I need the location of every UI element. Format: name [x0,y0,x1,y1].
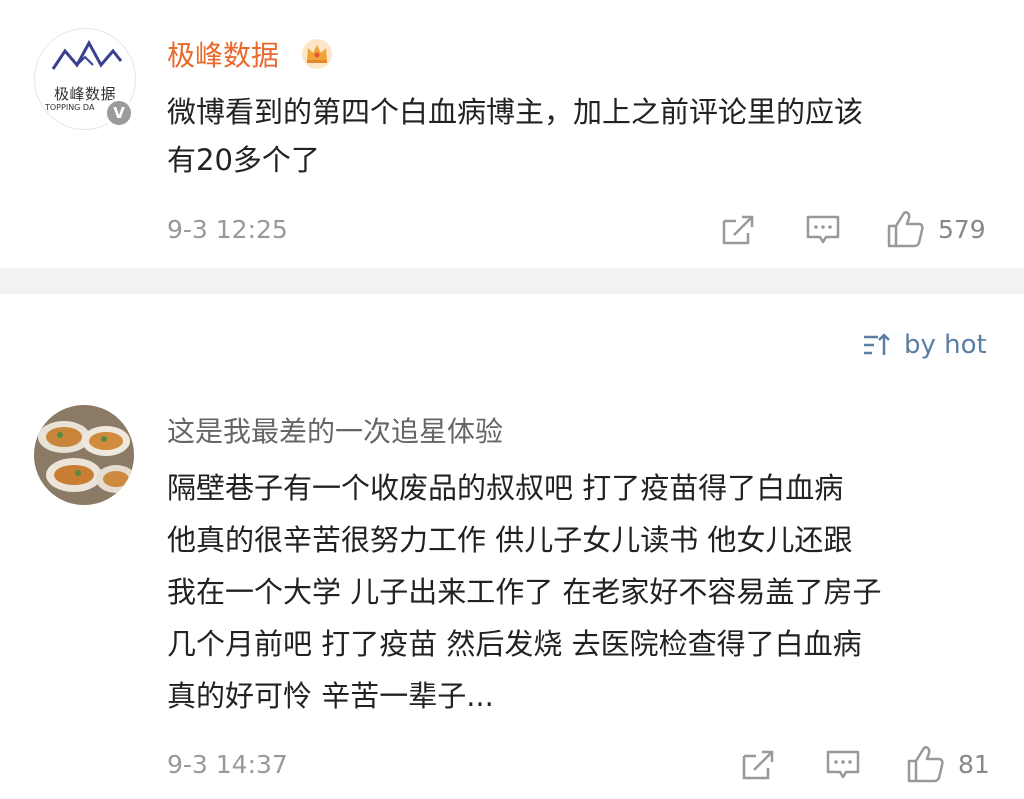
food-photo-icon [34,405,134,505]
brand-logo-icon [51,39,123,70]
comment-text-line: 几个月前吧 打了疫苗 然后发烧 去医院检查得了白血病 [167,627,862,661]
author-name[interactable]: 极峰数据 [167,34,279,74]
comment-timestamp: 9-3 14:37 [167,750,288,779]
verified-icon: V [104,98,134,128]
comment-text-line: 隔壁巷子有一个收废品的叔叔吧 打了疫苗得了白血病 [167,471,844,505]
section-separator [0,268,1024,294]
post-timestamp: 9-3 12:25 [167,215,288,244]
comment-text-line: 我在一个大学 儿子出来工作了 在老家好不容易盖了房子 [167,575,882,609]
like-icon[interactable] [885,208,927,250]
share-icon[interactable] [740,748,778,782]
commenter-avatar[interactable] [34,405,134,505]
post-text-line: 微博看到的第四个白血病博主，加上之前评论里的应该 [167,95,864,129]
avatar-logo-subtext: TOPPING DA [45,103,95,112]
like-count: 579 [938,215,986,244]
crown-icon [302,39,332,69]
commenter-name[interactable]: 这是我最差的一次追星体验 [167,410,503,450]
post-card: 极峰数据 TOPPING DA V 极峰数据 微博看到的第四个白血病博主，加上之… [0,0,1024,268]
share-icon[interactable] [720,213,758,247]
post-text-line: 有20多个了 [167,143,320,177]
sort-label: by hot [904,330,987,360]
comment-text-line: 他真的很辛苦很努力工作 供儿子女儿读书 他女儿还跟 [167,523,853,557]
sort-icon [864,333,890,355]
comment-icon[interactable] [824,748,862,782]
comment-text-line: 真的好可怜 辛苦一辈子... [167,679,494,713]
sort-by-hot-button[interactable]: by hot [862,330,987,360]
like-count: 81 [958,750,990,779]
comment-icon[interactable] [804,213,842,247]
like-icon[interactable] [905,743,947,785]
